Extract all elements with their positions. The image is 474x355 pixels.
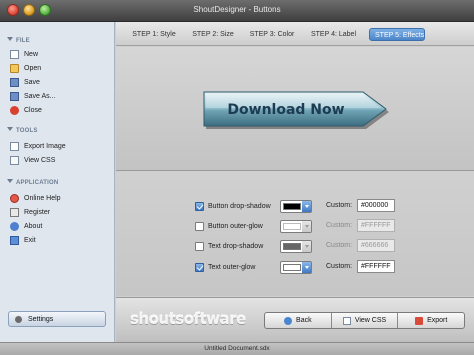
back-arrow-icon bbox=[284, 316, 293, 325]
navigation-button-group: Back View CSS Export bbox=[264, 312, 465, 329]
save-icon bbox=[10, 77, 19, 87]
tab-step-4-label[interactable]: STEP 4: Label bbox=[308, 28, 359, 41]
settings-button[interactable]: Settings bbox=[8, 311, 106, 327]
chevron-down-icon bbox=[302, 262, 311, 273]
section-header-tools: TOOLS bbox=[7, 127, 38, 134]
back-button[interactable]: Back bbox=[265, 313, 332, 328]
effect-label: Text drop-shadow bbox=[208, 242, 264, 250]
button-outer-glow-hex-input[interactable] bbox=[357, 219, 395, 232]
button-preview-area: Download Now bbox=[116, 47, 474, 171]
export-button[interactable]: Export bbox=[398, 313, 464, 328]
close-icon bbox=[10, 105, 19, 115]
chevron-down-icon bbox=[302, 201, 311, 212]
effect-label: Button outer-glow bbox=[208, 222, 263, 230]
effect-row-text-outer-glow: Text outer-glow bbox=[195, 259, 284, 275]
sidebar-item-about[interactable]: About bbox=[10, 220, 42, 232]
sidebar: FILE New Open Save Save As... Close TOOL… bbox=[0, 22, 115, 342]
export-image-icon bbox=[10, 141, 19, 151]
text-drop-shadow-color-picker[interactable] bbox=[280, 240, 312, 253]
folder-icon bbox=[10, 63, 19, 73]
text-outer-glow-checkbox[interactable] bbox=[195, 262, 204, 272]
button-drop-shadow-checkbox[interactable] bbox=[195, 201, 204, 211]
exit-icon bbox=[10, 235, 19, 245]
button-outer-glow-checkbox[interactable] bbox=[195, 221, 204, 231]
export-icon bbox=[415, 316, 424, 325]
shoutsoftware-logo: shoutsoftware bbox=[130, 310, 246, 328]
download-now-preview-button[interactable]: Download Now bbox=[201, 88, 391, 132]
color-swatch bbox=[283, 203, 301, 210]
effect-row-button-drop-shadow: Button drop-shadow bbox=[195, 198, 284, 214]
button-drop-shadow-color-picker[interactable] bbox=[280, 200, 312, 213]
disclosure-triangle-icon bbox=[7, 127, 13, 131]
button-outer-glow-color-picker[interactable] bbox=[280, 220, 312, 233]
button-drop-shadow-hex-input[interactable] bbox=[357, 199, 395, 212]
tab-step-2-size[interactable]: STEP 2: Size bbox=[190, 28, 236, 41]
color-swatch bbox=[283, 223, 301, 230]
effect-label: Button drop-shadow bbox=[208, 202, 271, 210]
text-drop-shadow-checkbox[interactable] bbox=[195, 241, 204, 251]
effects-panel: Button drop-shadow Custom: Button outer-… bbox=[116, 172, 474, 296]
sidebar-item-register[interactable]: Register bbox=[10, 206, 50, 218]
lifebuoy-icon bbox=[10, 193, 19, 203]
disclosure-triangle-icon bbox=[7, 37, 13, 41]
color-swatch bbox=[283, 264, 301, 271]
custom-label: Custom: bbox=[326, 263, 353, 270]
tab-step-1-style[interactable]: STEP 1: Style bbox=[129, 28, 179, 41]
text-outer-glow-color-picker[interactable] bbox=[280, 261, 312, 274]
save-as-icon bbox=[10, 91, 19, 101]
text-drop-shadow-hex-input[interactable] bbox=[357, 239, 395, 252]
new-document-icon bbox=[10, 49, 19, 59]
css-document-icon bbox=[342, 316, 351, 325]
chevron-down-icon bbox=[302, 221, 311, 232]
preview-button-label: Download Now bbox=[227, 102, 345, 118]
sidebar-item-export-image[interactable]: Export Image bbox=[10, 140, 66, 152]
css-document-icon bbox=[10, 155, 19, 165]
info-icon bbox=[10, 221, 19, 231]
view-css-button[interactable]: View CSS bbox=[332, 313, 399, 328]
window-title: ShoutDesigner - Buttons bbox=[193, 5, 281, 14]
step-tabs: STEP 1: Style STEP 2: Size STEP 3: Color… bbox=[116, 22, 474, 46]
tab-step-5-effects[interactable]: STEP 5: Effects bbox=[369, 28, 425, 41]
title-bar: ShoutDesigner - Buttons bbox=[0, 0, 474, 22]
bottom-bar: shoutsoftware Back View CSS Export bbox=[116, 297, 474, 342]
disclosure-triangle-icon bbox=[7, 179, 13, 183]
sidebar-item-save[interactable]: Save bbox=[10, 76, 40, 88]
custom-label: Custom: bbox=[326, 222, 353, 229]
sidebar-item-open[interactable]: Open bbox=[10, 62, 41, 74]
gear-icon bbox=[15, 315, 22, 323]
text-outer-glow-hex-input[interactable] bbox=[357, 260, 395, 273]
custom-label: Custom: bbox=[326, 242, 353, 249]
sidebar-item-new[interactable]: New bbox=[10, 48, 38, 60]
sidebar-item-view-css[interactable]: View CSS bbox=[10, 154, 55, 166]
chevron-down-icon bbox=[302, 241, 311, 252]
sidebar-item-save-as[interactable]: Save As... bbox=[10, 90, 56, 102]
effect-row-text-drop-shadow: Text drop-shadow bbox=[195, 238, 284, 254]
custom-label: Custom: bbox=[326, 202, 353, 209]
sidebar-item-close[interactable]: Close bbox=[10, 104, 42, 116]
effect-row-button-outer-glow: Button outer-glow bbox=[195, 218, 284, 234]
effect-label: Text outer-glow bbox=[208, 263, 256, 271]
section-header-application: APPLICATION bbox=[7, 179, 58, 186]
status-bar: Untitled Document.sdx bbox=[0, 342, 474, 355]
color-swatch bbox=[283, 243, 301, 250]
sidebar-item-exit[interactable]: Exit bbox=[10, 234, 36, 246]
section-header-file: FILE bbox=[7, 37, 30, 44]
register-icon bbox=[10, 207, 19, 217]
document-name: Untitled Document.sdx bbox=[204, 345, 270, 352]
sidebar-item-online-help[interactable]: Online Help bbox=[10, 192, 61, 204]
tab-step-3-color[interactable]: STEP 3: Color bbox=[247, 28, 297, 41]
